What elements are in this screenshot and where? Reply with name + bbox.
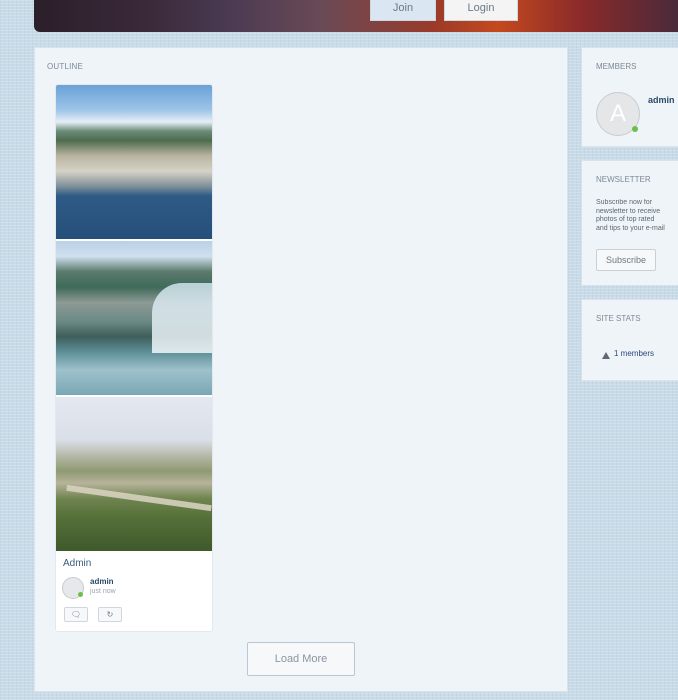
header-banner: Join Login	[34, 0, 678, 32]
load-more-button[interactable]: Load More	[247, 642, 355, 676]
pin-photo-3[interactable]	[56, 397, 212, 551]
main-panel: OUTLINE Admin admin just now 🗨 ↻ Load Mo…	[34, 47, 568, 692]
outline-title: OUTLINE	[47, 62, 84, 71]
members-count-link[interactable]: 1 members	[614, 349, 654, 358]
comment-username[interactable]: admin	[90, 577, 114, 586]
newsletter-line: photos of top rated	[596, 216, 655, 223]
comment-timestamp: just now	[90, 588, 116, 595]
comment-icon: 🗨	[70, 610, 82, 619]
newsletter-panel: NEWSLETTER Subscribe now for newsletter …	[581, 160, 678, 286]
member-name[interactable]: admin	[648, 95, 675, 105]
user-icon	[602, 352, 610, 359]
members-panel: MEMBERS A admin	[581, 47, 678, 147]
members-title: MEMBERS	[596, 62, 637, 71]
site-stats-title: SITE STATS	[596, 314, 641, 323]
photo-water-highlight	[152, 283, 212, 353]
online-status-icon	[632, 126, 638, 132]
pin-author[interactable]: Admin	[63, 558, 91, 569]
newsletter-line: and tips to your e-mail	[596, 224, 665, 232]
repin-button[interactable]: ↻	[98, 607, 122, 622]
newsletter-line: Subscribe now for	[596, 199, 653, 206]
join-button[interactable]: Join	[370, 0, 436, 21]
comment-button[interactable]: 🗨	[64, 607, 88, 622]
newsletter-line: newsletter to receive	[596, 207, 661, 215]
pin-photo-1[interactable]	[56, 85, 212, 239]
repin-icon: ↻	[106, 610, 114, 619]
online-status-icon	[78, 592, 83, 597]
newsletter-title: NEWSLETTER	[596, 175, 651, 184]
pin-card[interactable]: Admin admin just now 🗨 ↻	[55, 84, 213, 632]
newsletter-description: Subscribe now for newsletter to receive …	[596, 199, 678, 233]
login-button[interactable]: Login	[444, 0, 518, 21]
site-stats-panel: SITE STATS 1 members	[581, 299, 678, 381]
subscribe-button[interactable]: Subscribe	[596, 249, 656, 271]
